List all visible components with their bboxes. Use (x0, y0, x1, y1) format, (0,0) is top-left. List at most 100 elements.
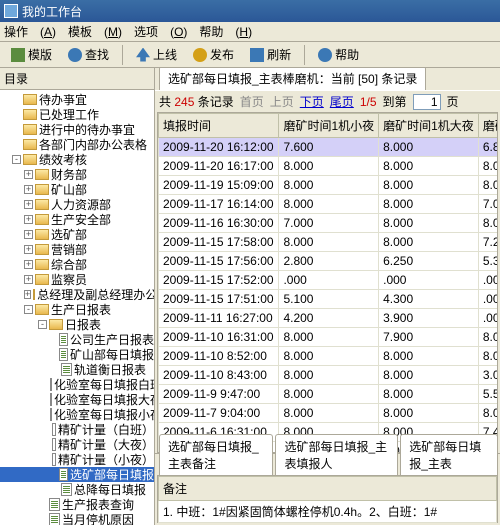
expand-icon[interactable]: - (38, 320, 47, 329)
menu-options[interactable]: 选项(O) (134, 23, 187, 40)
table-cell[interactable]: 8.000 (379, 214, 479, 233)
tree-node[interactable]: 已处理工作 (0, 107, 154, 122)
tree-node[interactable]: 公司生产日报表 (0, 332, 154, 347)
table-cell[interactable]: 3.900 (379, 309, 479, 328)
table-cell[interactable]: 8.000 (379, 404, 479, 423)
nav-first[interactable]: 首页 (240, 93, 264, 110)
tree-node[interactable]: +财务部 (0, 167, 154, 182)
expand-icon[interactable]: + (24, 200, 33, 209)
table-cell[interactable]: 8.000 (279, 404, 379, 423)
table-cell[interactable]: 8.000 (478, 404, 498, 423)
table-cell[interactable]: 2.800 (279, 252, 379, 271)
expand-icon[interactable]: + (24, 260, 33, 269)
tree-node[interactable]: 化验室每日填报小夜 (0, 407, 154, 422)
table-cell[interactable]: .000 (478, 271, 498, 290)
tb-help[interactable]: 帮助 (311, 43, 366, 66)
nav-last[interactable]: 尾页 (330, 93, 354, 110)
tree-node[interactable]: 待办亊宜 (0, 92, 154, 107)
table-cell[interactable]: 2009-11-10 8:52:00 (159, 347, 279, 366)
table-row[interactable]: 2009-11-20 16:17:008.0008.0008.000 (159, 157, 499, 176)
expand-icon[interactable]: - (12, 155, 21, 164)
table-cell[interactable]: 2009-11-15 17:51:00 (159, 290, 279, 309)
table-cell[interactable]: 8.000 (279, 347, 379, 366)
tree-node[interactable]: 各部门内部办公表格 (0, 137, 154, 152)
column-header[interactable]: 磨矿时间1机白 (478, 114, 498, 138)
tb-upload[interactable]: 上线 (129, 43, 184, 66)
table-row[interactable]: 2009-11-10 8:52:008.0008.0008.000 (159, 347, 499, 366)
table-row[interactable]: 2009-11-19 15:09:008.0008.0008.000 (159, 176, 499, 195)
tree-node[interactable]: -日报表 (0, 317, 154, 332)
table-cell[interactable]: 8.000 (279, 176, 379, 195)
menu-help[interactable]: 帮助(H) (199, 23, 252, 40)
table-cell[interactable]: 2009-11-11 16:27:00 (159, 309, 279, 328)
table-cell[interactable]: 4.200 (279, 309, 379, 328)
table-cell[interactable]: 2009-11-20 16:17:00 (159, 157, 279, 176)
table-cell[interactable]: 7.200 (478, 233, 498, 252)
table-row[interactable]: 2009-11-11 16:27:004.2003.900.000 (159, 309, 499, 328)
table-cell[interactable]: 8.000 (279, 328, 379, 347)
tree-node[interactable]: 矿山部每日填报 (0, 347, 154, 362)
tree-node[interactable]: 选矿部每日填报 (0, 467, 154, 482)
table-cell[interactable]: 8.000 (379, 195, 479, 214)
tree-node[interactable]: -绩效考核 (0, 152, 154, 167)
table-cell[interactable]: 2009-11-15 17:52:00 (159, 271, 279, 290)
tree-node[interactable]: +矿山部 (0, 182, 154, 197)
table-cell[interactable]: 8.000 (279, 195, 379, 214)
tree-node[interactable]: 总降每日填报 (0, 482, 154, 497)
expand-icon[interactable]: + (24, 245, 33, 254)
table-cell[interactable]: 6.250 (379, 252, 479, 271)
bottom-tab[interactable]: 选矿部每日填报_主表 (400, 434, 498, 475)
table-cell[interactable]: 2009-11-19 15:09:00 (159, 176, 279, 195)
table-cell[interactable]: 8.000 (379, 233, 479, 252)
table-cell[interactable]: 8.000 (478, 347, 498, 366)
column-header[interactable]: 磨矿时间1机小夜 (279, 114, 379, 138)
tree-node[interactable]: +生产安全部 (0, 212, 154, 227)
table-cell[interactable]: 8.000 (379, 157, 479, 176)
table-cell[interactable]: 8.000 (279, 157, 379, 176)
table-cell[interactable]: .000 (478, 290, 498, 309)
tree-node[interactable]: 化验室每日填报白班 (0, 377, 154, 392)
expand-icon[interactable]: + (24, 290, 31, 299)
tab-main[interactable]: 选矿部每日填报_主表棒磨机：当前 [50] 条记录 (159, 68, 426, 90)
tree-node[interactable]: +选矿部 (0, 227, 154, 242)
tree-node[interactable]: 当月停机原因 (0, 512, 154, 525)
table-cell[interactable]: 8.000 (379, 347, 479, 366)
expand-icon[interactable]: - (24, 305, 33, 314)
table-cell[interactable]: 4.300 (379, 290, 479, 309)
tree-node[interactable]: -生产日报表 (0, 302, 154, 317)
expand-icon[interactable]: + (24, 170, 33, 179)
tb-template[interactable]: 模版 (4, 43, 59, 66)
table-row[interactable]: 2009-11-10 16:31:008.0007.9008.000 (159, 328, 499, 347)
table-cell[interactable]: 2009-11-17 16:14:00 (159, 195, 279, 214)
bottom-tab[interactable]: 选矿部每日填报_主表填报人 (275, 434, 398, 475)
remark-cell[interactable]: 1. 中班：1#因紧固筒体螺栓停机0.4h。2、白班：1# (159, 501, 497, 523)
table-row[interactable]: 2009-11-15 17:58:008.0008.0007.200 (159, 233, 499, 252)
table-row[interactable]: 2009-11-15 17:52:00.000.000.000 (159, 271, 499, 290)
expand-icon[interactable]: + (24, 230, 33, 239)
table-cell[interactable]: 5.300 (478, 252, 498, 271)
table-cell[interactable]: 2009-11-10 16:31:00 (159, 328, 279, 347)
table-cell[interactable]: 2009-11-15 17:58:00 (159, 233, 279, 252)
table-cell[interactable]: 2009-11-15 17:56:00 (159, 252, 279, 271)
table-row[interactable]: 2009-11-16 16:30:007.0008.0008.000 (159, 214, 499, 233)
tb-refresh[interactable]: 刷新 (243, 43, 298, 66)
goto-input[interactable] (413, 94, 441, 110)
tree-node[interactable]: +人力资源部 (0, 197, 154, 212)
table-cell[interactable]: 3.000 (478, 366, 498, 385)
table-cell[interactable]: 8.000 (478, 328, 498, 347)
menu-template[interactable]: 模板(M) (68, 23, 122, 40)
column-header[interactable]: 磨矿时间1机大夜 (379, 114, 479, 138)
table-cell[interactable]: 7.900 (379, 328, 479, 347)
table-cell[interactable]: 5.100 (279, 290, 379, 309)
table-cell[interactable]: 8.000 (478, 214, 498, 233)
table-cell[interactable]: 8.000 (379, 138, 479, 157)
table-cell[interactable]: 8.000 (478, 157, 498, 176)
nav-next[interactable]: 下页 (300, 93, 324, 110)
table-cell[interactable]: 8.000 (379, 366, 479, 385)
tree-node[interactable]: 精矿计量（小夜） (0, 452, 154, 467)
table-cell[interactable]: .000 (379, 271, 479, 290)
tb-search[interactable]: 查找 (61, 43, 116, 66)
tree-node[interactable]: 生产报表查询 (0, 497, 154, 512)
table-row[interactable]: 2009-11-9 9:47:008.0008.0005.500 (159, 385, 499, 404)
tree-node[interactable]: 轨道衡日报表 (0, 362, 154, 377)
